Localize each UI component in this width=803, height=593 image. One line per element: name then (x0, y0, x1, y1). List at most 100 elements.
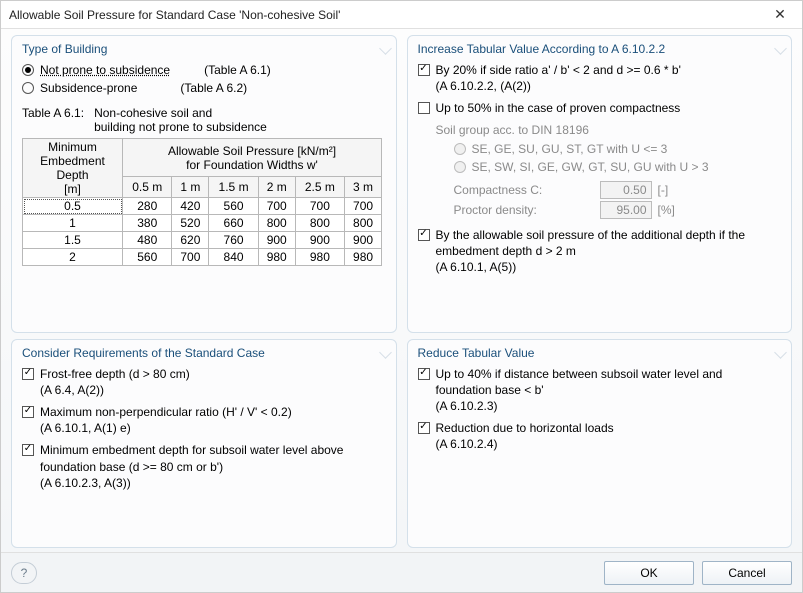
cell-0-4[interactable]: 700 (295, 198, 344, 215)
radio-not-prone-label[interactable]: Not prone to subsidence (40, 62, 170, 78)
chk-additional-depth-ref: (A 6.10.1, A(5)) (436, 260, 517, 274)
table-caption: Table A 6.1: Non-cohesive soil and build… (22, 106, 386, 134)
chk-max-nonperp-ref: (A 6.10.1, A(1) e) (40, 421, 131, 435)
group-title: Consider Requirements of the Standard Ca… (22, 346, 386, 360)
cell-d3[interactable]: 2 (23, 249, 123, 266)
radio-prone[interactable] (22, 82, 34, 94)
chk-additional-depth-label[interactable]: By the allowable soil pressure of the ad… (436, 228, 746, 258)
compactness-field: 0.50 (600, 181, 652, 199)
chk-reduce-horiz[interactable] (418, 422, 430, 434)
cell-2-4[interactable]: 900 (295, 232, 344, 249)
radio-soilgroup-1 (454, 143, 466, 155)
title-bar: Allowable Soil Pressure for Standard Cas… (1, 1, 802, 29)
compactness-label: Compactness C: (454, 183, 594, 197)
cell-1-2[interactable]: 660 (209, 215, 258, 232)
table-caption-line1: Non-cohesive soil and (94, 106, 212, 120)
chk-max-nonperp-label[interactable]: Maximum non-perpendicular ratio (H' / V'… (40, 405, 292, 419)
chk-reduce-horiz-label[interactable]: Reduction due to horizontal loads (436, 421, 614, 435)
th-press-l2: for Foundation Widths w' (186, 158, 318, 172)
cell-d0[interactable]: 0.5 (23, 198, 123, 215)
th-w0: 0.5 m (123, 177, 172, 198)
soil-group-block: Soil group acc. to DIN 18196 SE, GE, SU,… (418, 123, 782, 219)
table-caption-line2: building not prone to subsidence (94, 120, 267, 134)
cell-2-1[interactable]: 620 (172, 232, 209, 249)
th-depth-l3: [m] (64, 182, 81, 196)
chk-up-to-50pct-label[interactable]: Up to 50% in the case of proven compactn… (436, 100, 681, 116)
cell-0-0[interactable]: 280 (123, 198, 172, 215)
group-title: Reduce Tabular Value (418, 346, 782, 360)
th-w2: 1.5 m (209, 177, 258, 198)
help-button[interactable]: ? (11, 562, 37, 584)
close-icon[interactable]: ✕ (766, 6, 794, 23)
cell-2-3[interactable]: 900 (258, 232, 295, 249)
cell-2-0[interactable]: 480 (123, 232, 172, 249)
footer: ? OK Cancel (1, 552, 802, 592)
radio-soilgroup-2 (454, 161, 466, 173)
group-increase: Increase Tabular Value According to A 6.… (407, 35, 793, 333)
dialog-window: Allowable Soil Pressure for Standard Cas… (0, 0, 803, 593)
content-area: Type of Building Not prone to subsidence… (1, 29, 802, 552)
cell-3-4[interactable]: 980 (295, 249, 344, 266)
chk-reduce-40pct-label[interactable]: Up to 40% if distance between subsoil wa… (436, 367, 723, 397)
cell-2-2[interactable]: 760 (209, 232, 258, 249)
th-w4: 2.5 m (295, 177, 344, 198)
th-w1: 1 m (172, 177, 209, 198)
radio-not-prone-ref: (Table A 6.1) (204, 62, 271, 78)
chk-additional-depth[interactable] (418, 229, 430, 241)
cell-3-0[interactable]: 560 (123, 249, 172, 266)
cell-0-5[interactable]: 700 (345, 198, 382, 215)
radio-not-prone[interactable] (22, 64, 34, 76)
chk-min-embed[interactable] (22, 444, 34, 456)
th-w3: 2 m (258, 177, 295, 198)
group-reduce: Reduce Tabular Value Up to 40% if distan… (407, 339, 793, 548)
group-type-of-building: Type of Building Not prone to subsidence… (11, 35, 397, 333)
radio-soilgroup-1-label: SE, GE, SU, GU, ST, GT with U <= 3 (472, 141, 668, 157)
proctor-unit: [%] (658, 203, 675, 217)
chk-by-20pct-ref: (A 6.10.2.2, (A(2)) (436, 79, 531, 93)
ok-button[interactable]: OK (604, 561, 694, 585)
cell-3-3[interactable]: 980 (258, 249, 295, 266)
proctor-field: 95.00 (600, 201, 652, 219)
radio-prone-ref: (Table A 6.2) (180, 80, 247, 96)
chk-min-embed-ref: (A 6.10.2.3, A(3)) (40, 476, 131, 490)
window-title: Allowable Soil Pressure for Standard Cas… (9, 8, 766, 22)
cell-1-4[interactable]: 800 (295, 215, 344, 232)
cell-1-0[interactable]: 380 (123, 215, 172, 232)
help-icon: ? (21, 566, 28, 580)
group-title: Increase Tabular Value According to A 6.… (418, 42, 782, 56)
cell-0-3[interactable]: 700 (258, 198, 295, 215)
cell-d2[interactable]: 1.5 (23, 232, 123, 249)
chk-max-nonperp[interactable] (22, 406, 34, 418)
cell-2-5[interactable]: 900 (345, 232, 382, 249)
chk-up-to-50pct[interactable] (418, 102, 430, 114)
chk-min-embed-label[interactable]: Minimum embedment depth for subsoil wate… (40, 443, 343, 473)
chk-by-20pct[interactable] (418, 64, 430, 76)
cell-3-1[interactable]: 700 (172, 249, 209, 266)
compactness-unit: [-] (658, 183, 669, 197)
cell-0-2[interactable]: 560 (209, 198, 258, 215)
cell-1-1[interactable]: 520 (172, 215, 209, 232)
th-depth-l1: Minimum (48, 140, 97, 154)
group-consider: Consider Requirements of the Standard Ca… (11, 339, 397, 548)
proctor-label: Proctor density: (454, 203, 594, 217)
soil-group-label: Soil group acc. to DIN 18196 (436, 123, 782, 137)
chk-reduce-horiz-ref: (A 6.10.2.4) (436, 437, 498, 451)
chk-frost-free-label[interactable]: Frost-free depth (d > 80 cm) (40, 367, 190, 381)
chk-reduce-40pct-ref: (A 6.10.2.3) (436, 399, 498, 413)
chk-by-20pct-label[interactable]: By 20% if side ratio a' / b' < 2 and d >… (436, 63, 681, 77)
cell-3-5[interactable]: 980 (345, 249, 382, 266)
chk-reduce-40pct[interactable] (418, 368, 430, 380)
th-press-l1: Allowable Soil Pressure [kN/m²] (168, 144, 336, 158)
group-title: Type of Building (22, 42, 386, 56)
cancel-button[interactable]: Cancel (702, 561, 792, 585)
cell-d1[interactable]: 1 (23, 215, 123, 232)
cell-1-5[interactable]: 800 (345, 215, 382, 232)
cell-3-2[interactable]: 840 (209, 249, 258, 266)
chk-frost-free-ref: (A 6.4, A(2)) (40, 383, 104, 397)
th-depth-l2: Embedment Depth (40, 154, 105, 182)
chk-frost-free[interactable] (22, 368, 34, 380)
cell-1-3[interactable]: 800 (258, 215, 295, 232)
cell-0-1[interactable]: 420 (172, 198, 209, 215)
radio-prone-label[interactable]: Subsidence-prone (40, 80, 137, 96)
table-caption-lead: Table A 6.1: (22, 106, 84, 134)
